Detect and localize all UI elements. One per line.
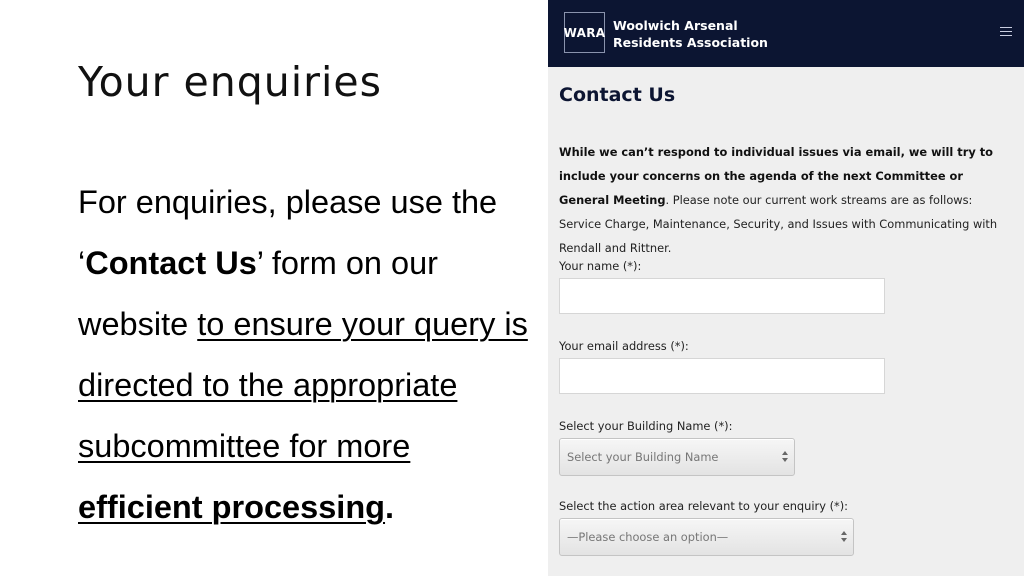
action-area-selected: —Please choose an option— — [567, 530, 729, 544]
contact-intro-text: While we can’t respond to individual iss… — [559, 140, 1014, 260]
action-area-select[interactable]: —Please choose an option— — [559, 518, 854, 556]
name-field[interactable] — [559, 278, 885, 314]
building-select-label: Select your Building Name (*): — [559, 419, 733, 433]
select-arrows-icon — [781, 449, 789, 465]
organization-name[interactable]: Woolwich Arsenal Residents Association — [613, 17, 768, 51]
slide-panel: Your enquiries For enquiries, please use… — [0, 0, 548, 576]
building-name-select[interactable]: Select your Building Name — [559, 438, 795, 476]
slide-body-text: For enquiries, please use the ‘Contact U… — [78, 172, 538, 538]
organization-name-line1: Woolwich Arsenal — [613, 18, 738, 33]
select-arrows-icon — [840, 529, 848, 545]
wara-logo[interactable]: WARA — [564, 12, 605, 53]
email-field-label: Your email address (*): — [559, 339, 689, 353]
slide-body-period: . — [385, 489, 395, 525]
action-area-select-label: Select the action area relevant to your … — [559, 499, 849, 513]
website-screenshot: WARA Woolwich Arsenal Residents Associat… — [548, 0, 1024, 576]
page-title: Contact Us — [559, 84, 676, 106]
name-field-label: Your name (*): — [559, 259, 642, 273]
email-field[interactable] — [559, 358, 885, 394]
slide-body-efficient-processing: efficient processing — [78, 489, 386, 525]
slide-title: Your enquiries — [78, 58, 383, 106]
hamburger-menu-icon[interactable] — [1000, 26, 1014, 38]
slide-body-contact-us: Contact Us — [85, 245, 257, 281]
building-name-selected: Select your Building Name — [567, 450, 719, 464]
organization-name-line2: Residents Association — [613, 35, 768, 50]
site-header: WARA Woolwich Arsenal Residents Associat… — [548, 0, 1024, 67]
